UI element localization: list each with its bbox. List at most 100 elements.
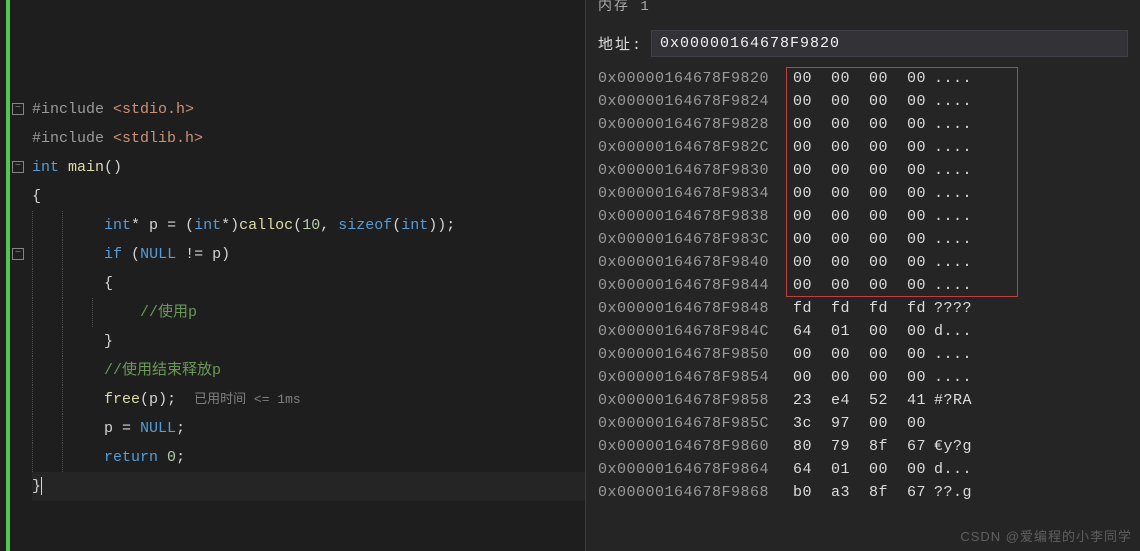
memory-row[interactable]: 0x00000164678F983C00 00 00 00.... xyxy=(598,228,1140,251)
memory-row[interactable]: 0x00000164678F982C00 00 00 00.... xyxy=(598,136,1140,159)
memory-row[interactable]: 0x00000164678F985C3c 97 00 00 xyxy=(598,412,1140,435)
mem-ascii: .... xyxy=(928,136,1018,159)
address-input[interactable] xyxy=(651,30,1128,57)
code-line[interactable]: #include <stdlib.h> xyxy=(32,124,585,153)
memory-row[interactable]: 0x00000164678F986464 01 00 00d... xyxy=(598,458,1140,481)
fold-toggle-icon[interactable]: − xyxy=(12,161,24,173)
mem-ascii: .... xyxy=(928,159,1018,182)
mem-address: 0x00000164678F9850 xyxy=(598,343,793,366)
memory-row[interactable]: 0x00000164678F985400 00 00 00.... xyxy=(598,366,1140,389)
code-line[interactable]: int main() xyxy=(32,153,585,182)
memory-row[interactable]: 0x00000164678F984C64 01 00 00d... xyxy=(598,320,1140,343)
mem-ascii xyxy=(928,412,1018,435)
mem-bytes: b0 a3 8f 67 xyxy=(793,481,928,504)
code-line[interactable]: if (NULL != p) xyxy=(32,240,585,269)
memory-row[interactable]: 0x00000164678F984400 00 00 00.... xyxy=(598,274,1140,297)
code-line[interactable]: } xyxy=(32,327,585,356)
mem-address: 0x00000164678F982C xyxy=(598,136,793,159)
memory-row[interactable]: 0x00000164678F983400 00 00 00.... xyxy=(598,182,1140,205)
mem-address: 0x00000164678F983C xyxy=(598,228,793,251)
mem-ascii: ???? xyxy=(928,297,1018,320)
mem-address: 0x00000164678F9828 xyxy=(598,113,793,136)
mem-address: 0x00000164678F9848 xyxy=(598,297,793,320)
mem-ascii: .... xyxy=(928,205,1018,228)
mem-ascii: .... xyxy=(928,366,1018,389)
memory-row[interactable]: 0x00000164678F985000 00 00 00.... xyxy=(598,343,1140,366)
code-line[interactable]: return 0; xyxy=(32,443,585,472)
mem-ascii: d... xyxy=(928,458,1018,481)
mem-ascii: .... xyxy=(928,228,1018,251)
memory-row[interactable]: 0x00000164678F982800 00 00 00.... xyxy=(598,113,1140,136)
mem-address: 0x00000164678F9830 xyxy=(598,159,793,182)
mem-ascii: .... xyxy=(928,343,1018,366)
fold-toggle-icon[interactable]: − xyxy=(12,248,24,260)
code-line[interactable]: { xyxy=(32,182,585,211)
address-label: 地址: xyxy=(598,33,643,54)
mem-bytes: 00 00 00 00 xyxy=(793,136,928,159)
mem-ascii: .... xyxy=(928,67,1018,90)
fold-toggle-icon[interactable]: − xyxy=(12,103,24,115)
mem-address: 0x00000164678F9858 xyxy=(598,389,793,412)
memory-row[interactable]: 0x00000164678F9868b0 a3 8f 67??.g xyxy=(598,481,1140,504)
code-editor-panel: − − − #include <stdio.h>#include <stdlib.h… xyxy=(0,0,585,551)
mem-bytes: 00 00 00 00 xyxy=(793,343,928,366)
mem-ascii: .... xyxy=(928,274,1018,297)
memory-panel-title: 内存 1 xyxy=(586,0,1140,22)
mem-ascii: #?RA xyxy=(928,389,1018,412)
mem-ascii: .... xyxy=(928,113,1018,136)
watermark: CSDN @爱编程的小李同学 xyxy=(960,526,1132,545)
mem-address: 0x00000164678F9820 xyxy=(598,67,793,90)
mem-ascii: ??.g xyxy=(928,481,1018,504)
mem-bytes: 00 00 00 00 xyxy=(793,205,928,228)
mem-bytes: 00 00 00 00 xyxy=(793,67,928,90)
mem-address: 0x00000164678F9824 xyxy=(598,90,793,113)
fold-gutter: − − − xyxy=(10,0,28,551)
mem-bytes: 64 01 00 00 xyxy=(793,458,928,481)
code-line[interactable]: { xyxy=(32,269,585,298)
memory-row[interactable]: 0x00000164678F985823 e4 52 41#?RA xyxy=(598,389,1140,412)
memory-address-bar: 地址: xyxy=(586,22,1140,67)
memory-row[interactable]: 0x00000164678F986080 79 8f 67€y?g xyxy=(598,435,1140,458)
mem-address: 0x00000164678F985C xyxy=(598,412,793,435)
mem-bytes: 00 00 00 00 xyxy=(793,251,928,274)
code-line[interactable]: } xyxy=(32,472,585,501)
memory-row[interactable]: 0x00000164678F983000 00 00 00.... xyxy=(598,159,1140,182)
mem-bytes: 00 00 00 00 xyxy=(793,228,928,251)
memory-rows: 0x00000164678F982000 00 00 00....0x00000… xyxy=(586,67,1140,504)
mem-bytes: 00 00 00 00 xyxy=(793,366,928,389)
memory-row[interactable]: 0x00000164678F984000 00 00 00.... xyxy=(598,251,1140,274)
mem-address: 0x00000164678F984C xyxy=(598,320,793,343)
mem-ascii: .... xyxy=(928,182,1018,205)
code-line[interactable]: //使用p xyxy=(32,298,585,327)
mem-bytes: 00 00 00 00 xyxy=(793,90,928,113)
mem-address: 0x00000164678F9840 xyxy=(598,251,793,274)
memory-row[interactable]: 0x00000164678F9848fd fd fd fd???? xyxy=(598,297,1140,320)
mem-address: 0x00000164678F9844 xyxy=(598,274,793,297)
mem-bytes: 00 00 00 00 xyxy=(793,182,928,205)
mem-bytes: 00 00 00 00 xyxy=(793,159,928,182)
memory-row[interactable]: 0x00000164678F983800 00 00 00.... xyxy=(598,205,1140,228)
mem-ascii: .... xyxy=(928,90,1018,113)
mem-address: 0x00000164678F9868 xyxy=(598,481,793,504)
memory-row[interactable]: 0x00000164678F982400 00 00 00.... xyxy=(598,90,1140,113)
mem-bytes: fd fd fd fd xyxy=(793,297,928,320)
memory-row[interactable]: 0x00000164678F982000 00 00 00.... xyxy=(598,67,1140,90)
code-line[interactable]: #include <stdio.h> xyxy=(32,95,585,124)
mem-bytes: 64 01 00 00 xyxy=(793,320,928,343)
mem-bytes: 23 e4 52 41 xyxy=(793,389,928,412)
mem-bytes: 00 00 00 00 xyxy=(793,274,928,297)
code-area[interactable]: #include <stdio.h>#include <stdlib.h>int… xyxy=(28,0,585,551)
code-line[interactable]: free(p); 已用时间 <= 1ms xyxy=(32,385,585,414)
mem-ascii: .... xyxy=(928,251,1018,274)
mem-bytes: 3c 97 00 00 xyxy=(793,412,928,435)
mem-bytes: 80 79 8f 67 xyxy=(793,435,928,458)
mem-ascii: d... xyxy=(928,320,1018,343)
memory-panel: 内存 1 地址: 0x00000164678F982000 00 00 00..… xyxy=(585,0,1140,551)
code-line[interactable]: //使用结束释放p xyxy=(32,356,585,385)
mem-address: 0x00000164678F9834 xyxy=(598,182,793,205)
mem-address: 0x00000164678F9854 xyxy=(598,366,793,389)
mem-bytes: 00 00 00 00 xyxy=(793,113,928,136)
code-line[interactable]: int* p = (int*)calloc(10, sizeof(int)); xyxy=(32,211,585,240)
code-line[interactable]: p = NULL; xyxy=(32,414,585,443)
mem-address: 0x00000164678F9838 xyxy=(598,205,793,228)
